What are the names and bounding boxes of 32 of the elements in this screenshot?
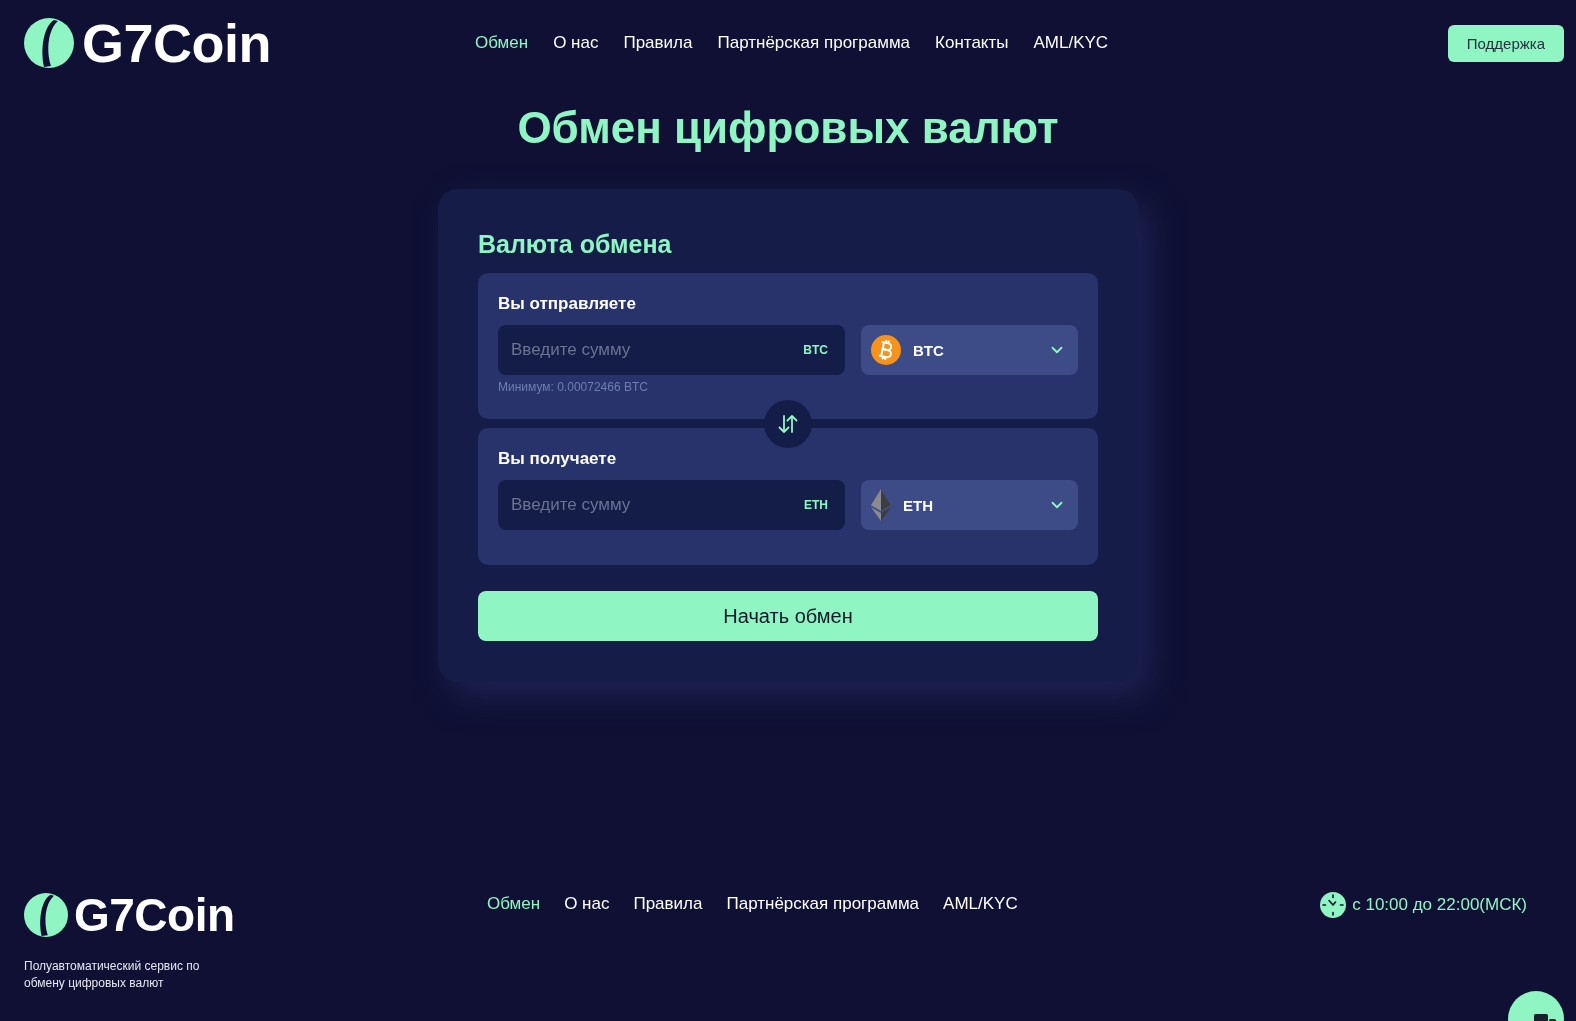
logo-icon — [24, 18, 74, 68]
logo-text: G7Coin — [74, 892, 235, 938]
nav-link[interactable]: AML/KYC — [1033, 33, 1109, 53]
footer-nav-link[interactable]: О нас — [564, 894, 610, 914]
footer-nav-link[interactable]: AML/KYC — [943, 894, 1018, 914]
currency-unit: BTC — [803, 343, 828, 357]
logo-text: G7Coin — [82, 16, 271, 70]
footer-nav-link[interactable]: Партнёрская программа — [726, 894, 920, 914]
panel-label: Вы отправляете — [498, 294, 637, 314]
ethereum-icon — [871, 489, 891, 521]
currency-select[interactable]: ETH — [861, 480, 1078, 530]
footer-tagline: Полуавтоматический сервис по обмену цифровых валют — [24, 958, 201, 992]
nav-link[interactable]: Партнёрская программа — [717, 33, 911, 53]
minimum-note: Минимум: 0.00072466 BTC — [498, 380, 649, 394]
logo-icon — [24, 893, 68, 937]
start-exchange-button[interactable]: Начать обмен — [478, 591, 1098, 641]
nav-link[interactable]: Контакты — [935, 33, 1009, 53]
currency-select[interactable]: BTC — [861, 325, 1078, 375]
nav-link[interactable]: Обмен — [475, 33, 529, 53]
card-title: Валюта обмена — [478, 229, 673, 259]
footer-nav-link[interactable]: Обмен — [487, 894, 541, 914]
nav-link[interactable]: О нас — [553, 33, 599, 53]
support-button[interactable]: Поддержка — [1447, 24, 1564, 62]
working-hours: с 10:00 до 22:00(МСК) — [1352, 895, 1527, 915]
page-title: Обмен цифровых валют — [516, 102, 1060, 154]
footer-nav-link[interactable]: Правила — [633, 894, 703, 914]
currency-unit: ETH — [804, 498, 828, 512]
bitcoin-icon — [871, 335, 901, 365]
nav-link[interactable]: Правила — [623, 33, 693, 53]
panel-label: Вы получаете — [498, 449, 618, 469]
clock-icon — [1320, 892, 1347, 918]
swap-arrows-icon — [778, 414, 798, 433]
